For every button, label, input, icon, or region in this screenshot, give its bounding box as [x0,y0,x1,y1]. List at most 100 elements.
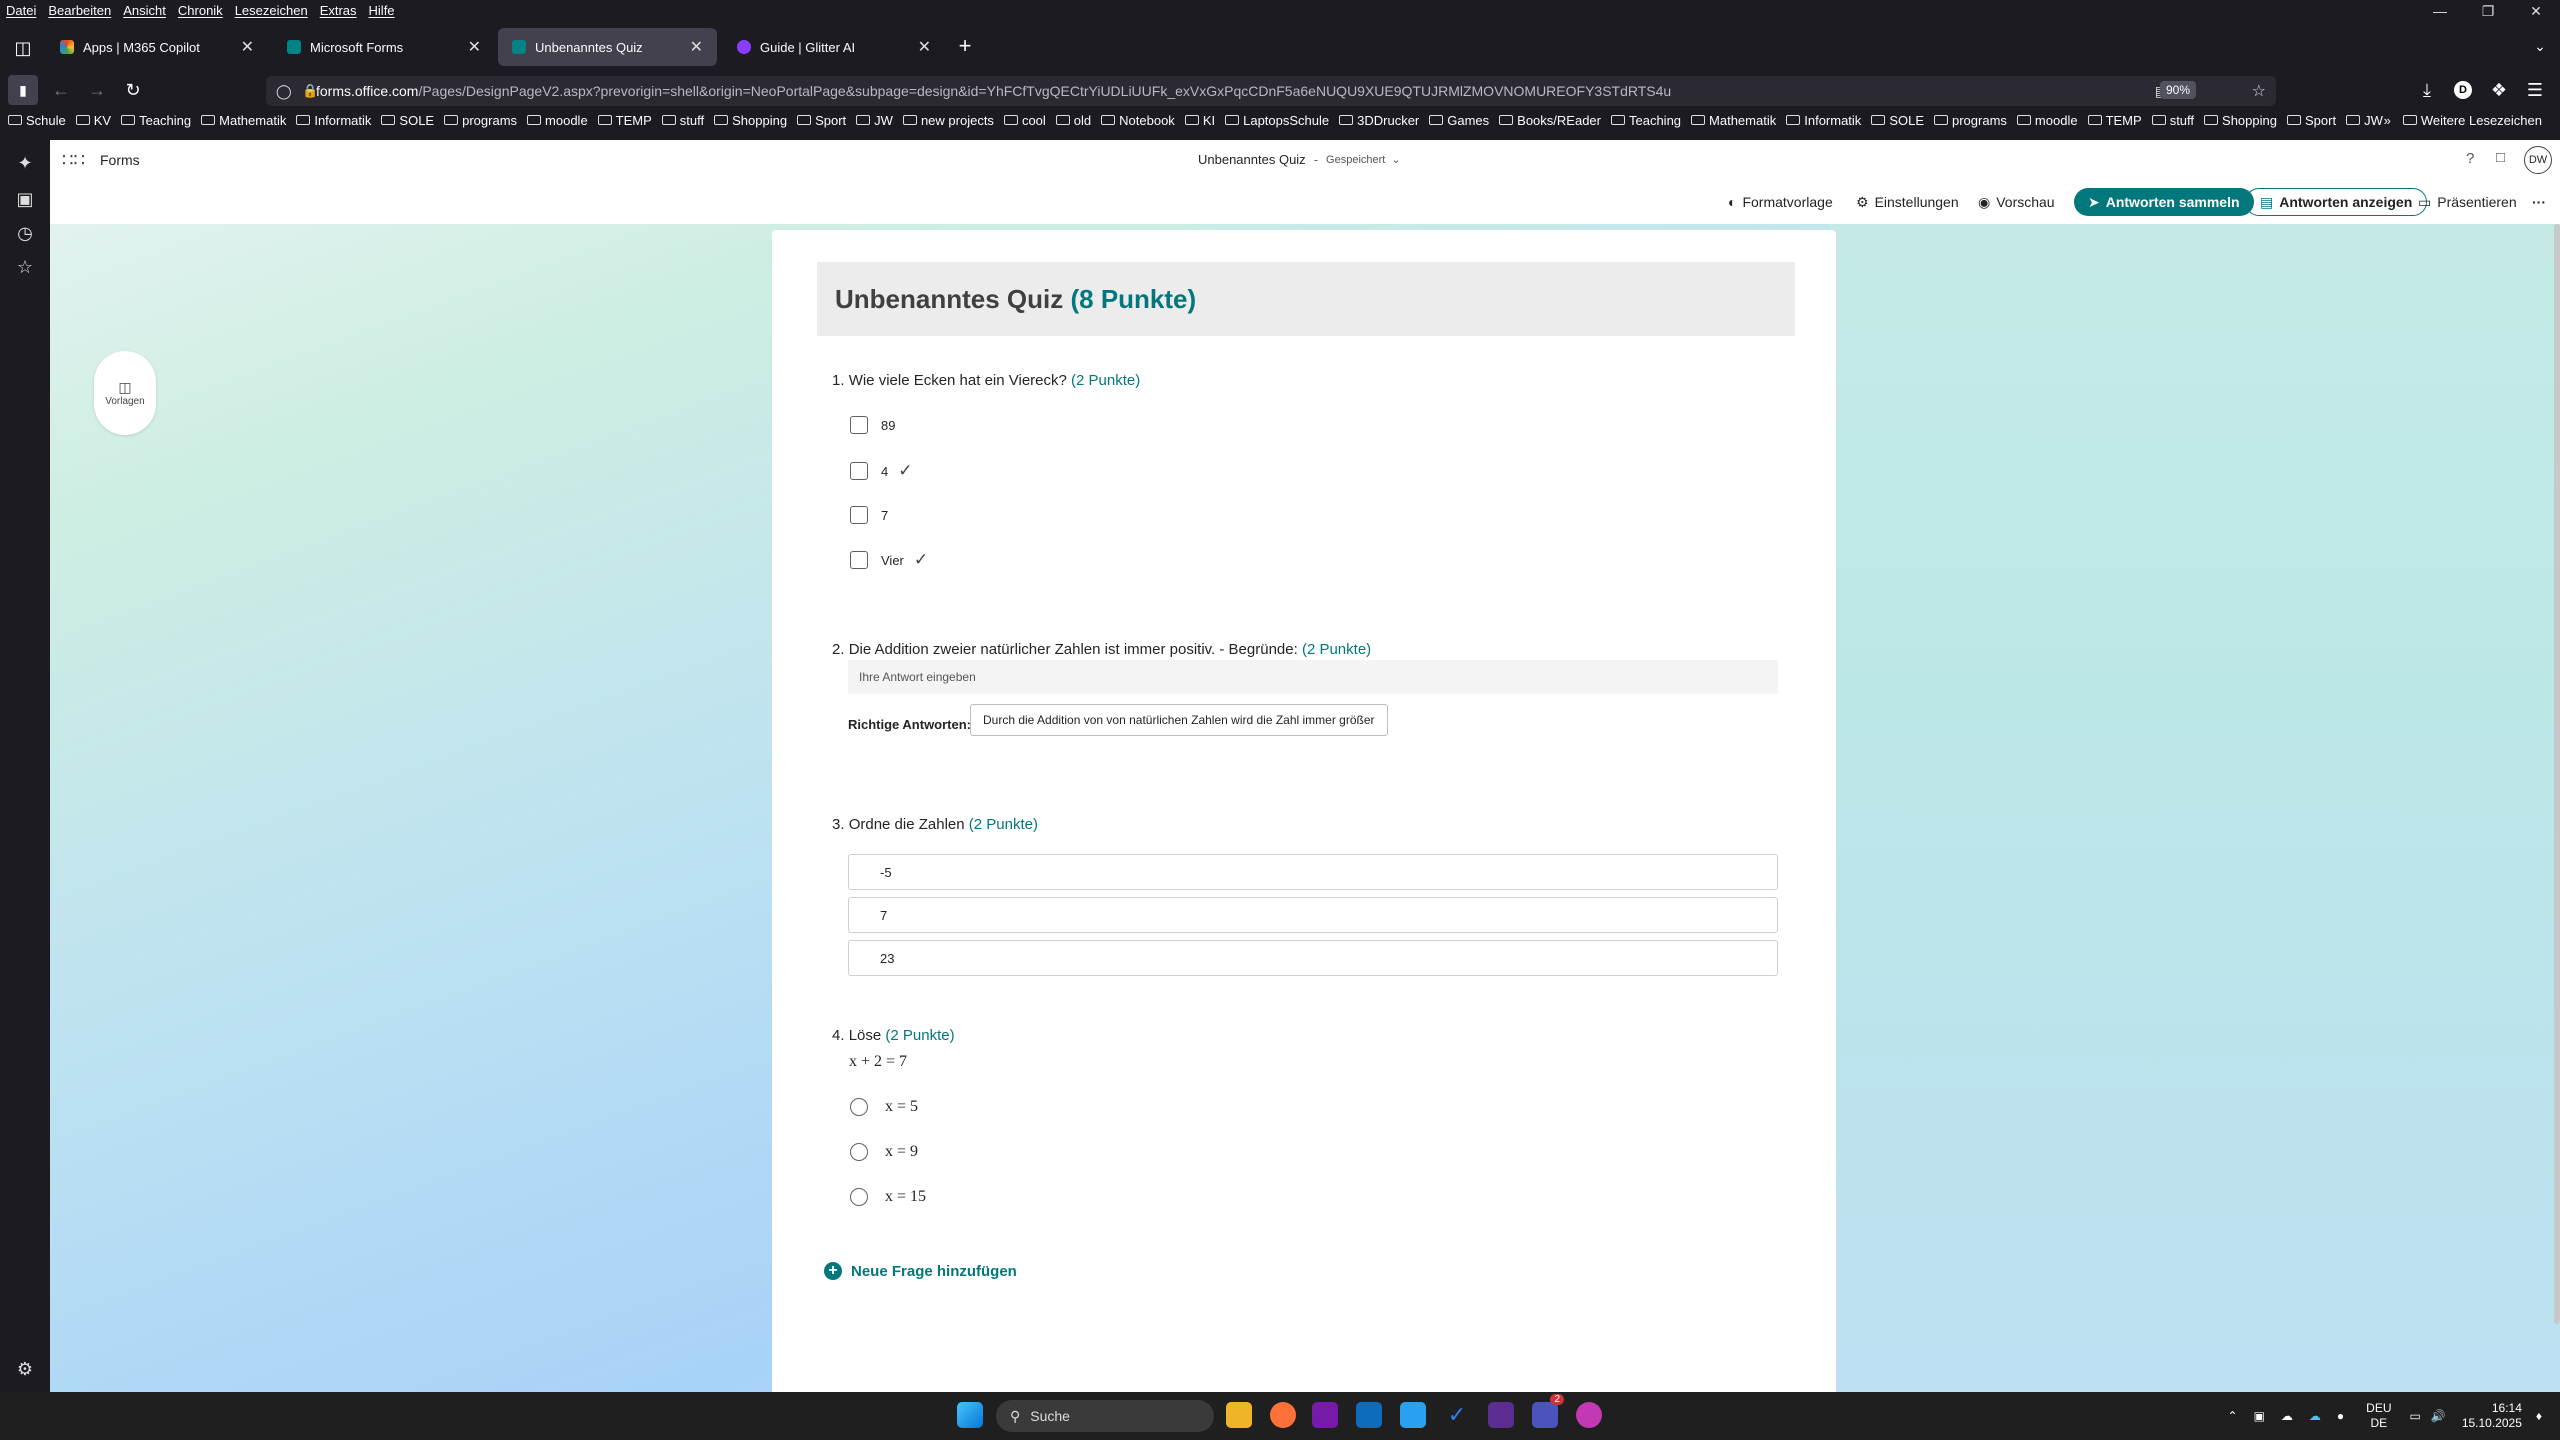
quiz-title-box[interactable]: Unbenanntes Quiz (8 Punkte) [817,262,1795,336]
doc-title-area[interactable]: Unbenanntes Quiz - Gespeichert ⌄ [1198,152,1401,167]
bookmark-folder[interactable]: Informatik [1786,113,1861,128]
bookmark-folder[interactable]: Notebook [1101,113,1175,128]
onedrive-icon[interactable]: ☁ [2309,1409,2321,1423]
extensions-icon[interactable]: ❖ [2484,72,2514,108]
bookmark-folder[interactable]: Mathematik [1691,113,1776,128]
page-scrollbar[interactable] [2554,224,2560,1324]
microphone-icon[interactable]: ● [2337,1409,2344,1423]
shield-icon[interactable]: ◯ [276,83,292,100]
menu-extras[interactable]: Extras [320,3,357,18]
bookmark-folder[interactable]: Teaching [1610,113,1681,128]
bookmark-folder[interactable]: moodle [527,113,588,128]
menu-datei[interactable]: Datei [6,3,36,18]
menu-bearbeiten[interactable]: Bearbeiten [48,3,111,18]
downloads-icon[interactable]: ⤓ [2412,72,2442,108]
q1-option[interactable]: 7 [850,506,888,524]
taskbar-search[interactable]: ⚲ Suche [996,1400,1214,1432]
menu-chronik[interactable]: Chronik [178,3,223,18]
bookmark-folder[interactable]: programs [444,113,517,128]
q4-option[interactable]: x = 5 [850,1098,918,1116]
forward-icon[interactable]: → [82,72,112,108]
checkbox[interactable] [850,551,868,569]
q1-option[interactable]: 89 [850,416,895,434]
minimize-icon[interactable]: — [2416,3,2464,19]
feedback-icon[interactable]: □ [2496,149,2505,166]
synced-tabs-icon[interactable]: ▣ [12,186,38,212]
restore-icon[interactable]: ❐ [2464,3,2512,20]
tab-glitter-guide[interactable]: Guide | Glitter AI ✕ [723,28,945,66]
question-1[interactable]: 1. Wie viele Ecken hat ein Viereck? (2 P… [832,372,1140,389]
checkbox[interactable] [850,462,868,480]
outlook-icon[interactable] [1356,1402,1382,1428]
collect-responses-button[interactable]: ➤ Antworten sammeln [2074,188,2254,216]
bookmark-folder[interactable]: Schule [8,113,66,128]
question-4[interactable]: 4. Löse (2 Punkte) [832,1027,955,1044]
customize-sidebar-gear-icon[interactable]: ⚙ [12,1356,38,1382]
bookmark-folder[interactable]: Shopping [714,113,787,128]
view-responses-button[interactable]: ▤ Antworten anzeigen [2245,188,2428,216]
bookmark-folder[interactable]: Mathematik [201,113,286,128]
tray-chevron-icon[interactable]: ⌃ [2228,1409,2238,1423]
checkbox[interactable] [850,416,868,434]
answer-input[interactable]: Ihre Antwort eingeben [848,660,1778,694]
bookmark-folder[interactable]: Books/REader [1499,113,1601,128]
correct-answer-chip[interactable]: Durch die Addition von von natürlichen Z… [970,704,1388,736]
url-bar[interactable]: ◯ 🔒 forms.office.com/Pages/DesignPageV2.… [266,76,2276,106]
url-text[interactable]: forms.office.com/Pages/DesignPageV2.aspx… [316,83,1671,99]
todo-check-icon[interactable]: ✓ [1444,1402,1470,1428]
app-glasses-icon[interactable] [1576,1402,1602,1428]
bookmark-folder[interactable]: 3DDrucker [1339,113,1419,128]
tab-microsoft-forms[interactable]: Microsoft Forms ✕ [273,28,495,66]
notification-bell-icon[interactable]: ♦ [2536,1409,2542,1423]
bookmark-folder[interactable]: Sport [2286,113,2336,128]
q1-option[interactable]: Vier ✓ [850,550,928,570]
q4-option[interactable]: x = 9 [850,1143,918,1161]
tab-overview-icon[interactable]: ◫ [8,30,38,66]
tab-list-chevron-icon[interactable]: ⌄ [2525,28,2555,64]
new-tab-icon[interactable]: + [950,28,980,64]
bookmark-folder[interactable]: stuff [661,113,704,128]
bookmark-folder[interactable]: Informatik [296,113,371,128]
bookmark-folder[interactable]: SOLE [1871,113,1924,128]
clock[interactable]: 16:14 15.10.2025 [2462,1401,2522,1431]
bookmark-folder[interactable]: old [1055,113,1091,128]
user-avatar[interactable]: DW [2524,146,2552,174]
app-name[interactable]: Forms [100,152,140,168]
bookmark-folder[interactable]: programs [1934,113,2007,128]
teams-icon[interactable]: 2 [1532,1394,1564,1428]
more-bookmarks-chevron-icon[interactable]: » [2384,113,2391,128]
radio-button[interactable] [850,1143,868,1161]
language-indicator[interactable]: DEU DE [2366,1401,2391,1431]
bookmark-folder[interactable]: Games [1429,113,1489,128]
bookmark-folder[interactable]: Shopping [2204,113,2277,128]
bookmark-folder[interactable]: stuff [2151,113,2194,128]
bookmark-folder[interactable]: SOLE [381,113,434,128]
bookmarks-star-icon[interactable]: ☆ [12,254,38,280]
bookmark-folder[interactable]: new projects [902,113,994,128]
bookmark-folder[interactable]: TEMP [597,113,652,128]
more-options-button[interactable]: ··· [2532,188,2546,216]
sidebar-toggle-icon[interactable]: ▮ [8,75,38,105]
radio-button[interactable] [850,1188,868,1206]
bookmark-folder[interactable]: JW [856,113,893,128]
q4-option[interactable]: x = 15 [850,1188,926,1206]
history-icon[interactable]: ◷ [12,220,38,246]
question-2[interactable]: 2. Die Addition zweier natürlicher Zahle… [832,641,1371,658]
ranking-item[interactable]: 7 [848,897,1778,933]
file-explorer-icon[interactable] [1226,1402,1252,1428]
help-icon[interactable]: ? [2466,150,2474,167]
bookmark-folder[interactable]: Teaching [121,113,191,128]
close-tab-icon[interactable]: ✕ [690,37,703,57]
app-tray-icon[interactable]: ▣ [2254,1409,2265,1423]
close-tab-icon[interactable]: ✕ [468,37,481,57]
app-launcher-icon[interactable]: ∷∷ [62,150,85,171]
profile-avatar[interactable]: D [2448,72,2478,108]
cloud-icon[interactable]: ☁ [2281,1409,2293,1423]
bookmark-folder[interactable]: KI [1184,113,1215,128]
menu-ansicht[interactable]: Ansicht [123,3,166,18]
menu-hamburger-icon[interactable]: ☰ [2520,72,2550,108]
close-window-icon[interactable]: ✕ [2512,3,2560,20]
network-icon[interactable]: ▭ [2410,1409,2421,1423]
checkbox[interactable] [850,506,868,524]
bookmark-folder[interactable]: JW [2346,113,2383,128]
